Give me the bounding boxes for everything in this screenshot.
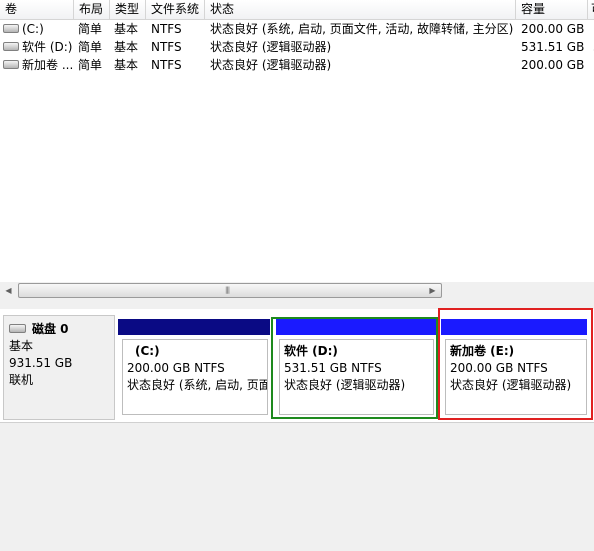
empty-area [0,422,594,551]
disk-info-panel[interactable]: 磁盘 0 基本 931.51 GB 联机 [3,315,115,420]
volume-type: 基本 [114,40,139,54]
partition-c[interactable]: (C:) 200.00 GB NTFS 状态良好 (系统, 启动, 页面 [118,319,270,418]
volume-filesystem: NTFS [151,22,182,36]
scrollbar-thumb[interactable]: ||| [18,283,442,298]
volume-type: 基本 [114,58,139,72]
volume-capacity: 200.00 GB [521,22,585,36]
column-header-capacity[interactable]: 容量 [516,0,588,19]
column-header-free-space[interactable]: 可 [588,0,594,19]
partition-title: 新加卷 (E:) [450,344,515,358]
partition-d[interactable]: 软件 (D:) 531.51 GB NTFS 状态良好 (逻辑驱动器) [271,319,438,418]
volume-filesystem: NTFS [151,40,182,54]
volume-capacity: 531.51 GB [521,40,585,54]
disk-graphical-view: 磁盘 0 基本 931.51 GB 联机 (C:) 200.00 GB NTFS… [0,309,594,422]
partition-status: 状态良好 (系统, 启动, 页面 [127,378,268,392]
partition-size-fs: 200.00 GB NTFS [127,361,225,375]
volume-list-pane: 卷 布局 类型 文件系统 状态 容量 可 (C:) 简单 基本 NTFS 状态良… [0,0,594,300]
disk-type: 基本 [9,339,34,353]
disk-icon [9,324,26,333]
volume-status: 状态良好 (系统, 启动, 页面文件, 活动, 故障转储, 主分区) [210,22,514,36]
disk-state: 联机 [9,373,34,387]
volume-row[interactable]: 新加卷 ... 简单 基本 NTFS 状态良好 (逻辑驱动器) 200.00 G… [0,56,594,74]
volume-name: 软件 (D:) [22,40,73,54]
partition-body: 新加卷 (E:) 200.00 GB NTFS 状态良好 (逻辑驱动器) [445,339,587,415]
volume-capacity: 200.00 GB [521,58,585,72]
volume-filesystem: NTFS [151,58,182,72]
partition-title: (C:) [135,344,160,358]
drive-icon [3,24,19,33]
disk-name: 磁盘 0 [32,322,69,336]
volume-row[interactable]: (C:) 简单 基本 NTFS 状态良好 (系统, 启动, 页面文件, 活动, … [0,20,594,38]
disk-size: 931.51 GB [9,356,73,370]
column-header-type[interactable]: 类型 [110,0,146,19]
pane-splitter[interactable] [0,299,594,309]
volume-name: 新加卷 ... [22,58,73,72]
partition-bar [441,319,587,335]
volume-status: 状态良好 (逻辑驱动器) [210,40,332,54]
partition-body: 软件 (D:) 531.51 GB NTFS 状态良好 (逻辑驱动器) [279,339,434,415]
partition-status: 状态良好 (逻辑驱动器) [450,378,572,392]
column-header-volume[interactable]: 卷 [0,0,74,19]
volume-name: (C:) [22,22,44,36]
column-header-layout[interactable]: 布局 [74,0,110,19]
volume-type: 基本 [114,22,139,36]
scrollbar-grip-icon: ||| [225,286,230,294]
partition-title: 软件 (D:) [284,344,338,358]
column-header-status[interactable]: 状态 [205,0,516,19]
volume-layout: 简单 [78,58,103,72]
partition-e[interactable]: 新加卷 (E:) 200.00 GB NTFS 状态良好 (逻辑驱动器) [441,319,589,418]
scroll-left-arrow-icon[interactable]: ◀ [0,282,17,299]
partition-bar [118,319,270,335]
volume-row[interactable]: 软件 (D:) 简单 基本 NTFS 状态良好 (逻辑驱动器) 531.51 G… [0,38,594,56]
partition-size-fs: 200.00 GB NTFS [450,361,548,375]
drive-icon [3,60,19,69]
column-header-filesystem[interactable]: 文件系统 [146,0,205,19]
partition-status: 状态良好 (逻辑驱动器) [284,378,406,392]
column-header: 卷 布局 类型 文件系统 状态 容量 可 [0,0,594,20]
partition-bar [276,319,436,335]
partition-body: (C:) 200.00 GB NTFS 状态良好 (系统, 启动, 页面 [122,339,268,415]
volume-layout: 简单 [78,40,103,54]
drive-icon [3,42,19,51]
partition-size-fs: 531.51 GB NTFS [284,361,382,375]
volume-layout: 简单 [78,22,103,36]
scroll-right-arrow-icon[interactable]: ▶ [424,282,441,299]
horizontal-scrollbar[interactable]: ◀ ||| ▶ [0,282,594,299]
volume-status: 状态良好 (逻辑驱动器) [210,58,332,72]
